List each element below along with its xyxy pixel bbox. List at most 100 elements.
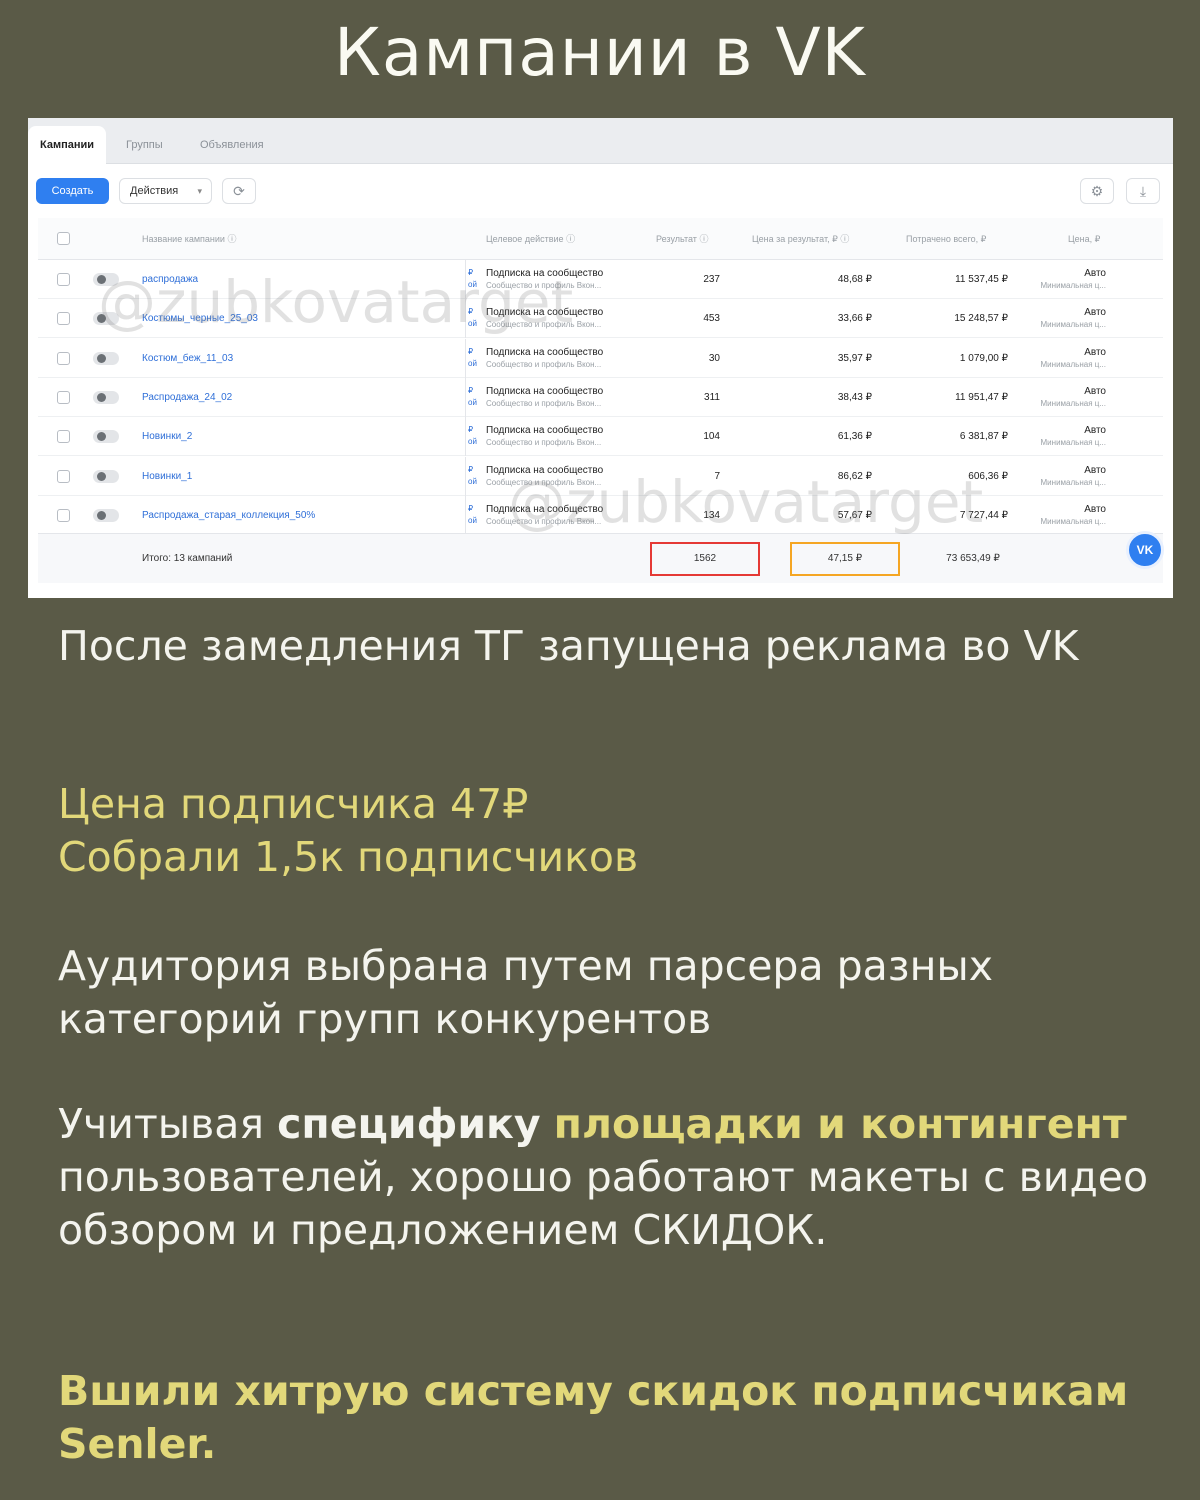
subscriber-price: Цена подписчика 47₽ [58, 780, 529, 828]
table-row[interactable]: Костюмы_черные_25_03 ₽ ой Подписка на соо… [38, 299, 1163, 339]
goal-title: Подписка на сообщество [486, 425, 604, 437]
info-icon: ⓘ [566, 234, 576, 244]
actions-dropdown[interactable]: Действия ▾ [119, 178, 212, 204]
status-toggle[interactable] [93, 390, 119, 404]
goal-cell: Подписка на сообщество Сообщество и проф… [486, 464, 636, 489]
truncated-column: ₽ ой [468, 425, 477, 447]
info-icon: ⓘ [699, 234, 709, 244]
subscribers-collected: Собрали 1,5к подписчиков [58, 833, 639, 881]
vk-logo-icon[interactable]: VK [1126, 531, 1164, 569]
status-toggle[interactable] [93, 312, 119, 326]
row-checkbox[interactable] [57, 312, 70, 326]
price-subtitle: Минимальная ц... [1040, 359, 1106, 369]
tabs-bar: Кампании Группы Объявления [28, 118, 1173, 164]
row-checkbox[interactable] [57, 469, 70, 483]
chevron-down-icon: ▾ [197, 186, 202, 196]
emphasis-specifics: специфику [277, 1100, 541, 1148]
campaign-name-link[interactable]: распродажа [142, 260, 198, 299]
result-cell: 134 [703, 509, 720, 521]
paragraph-price: Цена подписчика 47₽ Собрали 1,5к подписч… [58, 778, 1158, 884]
truncated-column: ₽ ой [468, 385, 477, 407]
row-checkbox[interactable] [57, 351, 70, 365]
toolbar: Создать Действия ▾ ⟳ ⚙ ⤓ [28, 164, 1173, 218]
campaign-name-link[interactable]: Костюм_беж_11_03 [142, 339, 233, 378]
price-subtitle: Минимальная ц... [1040, 398, 1106, 408]
refresh-icon[interactable]: ⟳ [222, 178, 256, 204]
status-toggle[interactable] [93, 430, 119, 444]
settings-icon[interactable]: ⚙ [1080, 178, 1114, 204]
campaign-name-link[interactable]: Костюмы_черные_25_03 [142, 299, 258, 338]
table-row[interactable]: распродажа ₽ ой Подписка на сообщество Со… [38, 260, 1163, 299]
row-checkbox[interactable] [57, 508, 70, 522]
goal-subtitle: Сообщество и профиль Вкон... [486, 281, 602, 290]
table-row[interactable]: Распродажа_24_02 ₽ ой Подписка на сообщес… [38, 377, 1163, 417]
result-cell: 104 [703, 431, 720, 443]
price-subtitle: Минимальная ц... [1040, 516, 1106, 526]
row-checkbox[interactable] [57, 430, 70, 444]
spent-cell: 606,36 ₽ [968, 470, 1008, 482]
status-toggle[interactable] [93, 469, 119, 483]
column-divider [465, 417, 466, 457]
result-cell: 453 [703, 313, 720, 325]
create-button[interactable]: Создать [36, 178, 109, 204]
paragraph-specifics: Учитывая специфику площадки и контингент… [58, 1100, 1149, 1254]
price-subtitle: Минимальная ц... [1040, 477, 1106, 487]
price-mode: Авто [1084, 464, 1106, 476]
campaign-name-link[interactable]: Новинки_2 [142, 417, 192, 456]
status-toggle[interactable] [93, 508, 119, 522]
column-divider [465, 495, 466, 535]
goal-cell: Подписка на сообщество Сообщество и проф… [486, 306, 636, 331]
price-mode: Авто [1084, 425, 1106, 437]
campaign-name-link[interactable]: Распродажа_старая_коллекция_50% [142, 496, 315, 535]
emphasis-platform: площадки и контингент [553, 1100, 1127, 1148]
select-all-checkbox[interactable] [57, 232, 70, 245]
truncated-column: ₽ ой [468, 307, 477, 329]
result-cell: 7 [714, 470, 720, 482]
row-checkbox[interactable] [57, 273, 70, 286]
cpr-cell: 48,68 ₽ [837, 274, 872, 285]
goal-subtitle: Сообщество и профиль Вкон... [486, 516, 602, 526]
totals-label: Итого: 13 кампаний [142, 553, 233, 564]
goal-cell: Подписка на сообщество Сообщество и проф… [486, 424, 636, 449]
campaign-name-link[interactable]: Новинки_1 [142, 457, 192, 496]
goal-cell: Подписка на сообщество Сообщество и проф… [486, 267, 636, 292]
page-title: Кампании в VK [334, 14, 866, 91]
header-name: Название кампании ⓘ [142, 234, 237, 244]
goal-title: Подписка на сообщество [486, 346, 604, 358]
table-row[interactable]: Новинки_1 ₽ ой Подписка на сообщество Соо… [38, 456, 1163, 496]
truncated-column: ₽ ой [468, 268, 477, 289]
goal-cell: Подписка на сообщество Сообщество и проф… [486, 503, 636, 528]
tab-ads[interactable]: Объявления [188, 126, 276, 164]
totals-row: Итого: 13 кампаний 1562 47,15 ₽ 73 653,4… [38, 533, 1163, 583]
table-row[interactable]: Новинки_2 ₽ ой Подписка на сообщество Соо… [38, 417, 1163, 457]
campaign-name-link[interactable]: Распродажа_24_02 [142, 378, 232, 417]
status-toggle[interactable] [93, 351, 119, 365]
row-checkbox[interactable] [57, 390, 70, 404]
cpr-cell: 61,36 ₽ [837, 431, 872, 443]
goal-cell: Подписка на сообщество Сообщество и проф… [486, 385, 636, 410]
goal-title: Подписка на сообщество [486, 503, 604, 515]
truncated-column: ₽ ой [468, 503, 477, 525]
actions-label: Действия [130, 185, 179, 197]
price-cell: Авто Минимальная ц... [1020, 346, 1106, 371]
spent-cell: 11 951,47 ₽ [955, 391, 1008, 403]
total-result: 1562 [693, 553, 717, 564]
tab-groups[interactable]: Группы [114, 126, 175, 164]
status-toggle[interactable] [93, 273, 119, 286]
price-subtitle: Минимальная ц... [1040, 281, 1106, 290]
download-icon[interactable]: ⤓ [1126, 178, 1160, 204]
table-row[interactable]: Распродажа_старая_коллекция_50% ₽ ой Подп… [38, 495, 1163, 535]
price-cell: Авто Минимальная ц... [1020, 424, 1106, 449]
spent-cell: 6 381,87 ₽ [959, 431, 1008, 443]
table-row[interactable]: Костюм_беж_11_03 ₽ ой Подписка на сообщес… [38, 338, 1163, 378]
total-cpr: 47,15 ₽ [827, 553, 863, 564]
price-mode: Авто [1084, 346, 1106, 358]
column-divider [465, 299, 466, 339]
result-cell: 237 [703, 274, 720, 285]
price-mode: Авто [1084, 307, 1106, 319]
goal-title: Подписка на сообщество [486, 464, 604, 476]
header-cpr: Цена за результат, ₽ ⓘ [752, 234, 850, 244]
price-subtitle: Минимальная ц... [1040, 438, 1106, 448]
spent-cell: 11 537,45 ₽ [955, 274, 1008, 285]
tab-campaigns[interactable]: Кампании [28, 126, 107, 164]
